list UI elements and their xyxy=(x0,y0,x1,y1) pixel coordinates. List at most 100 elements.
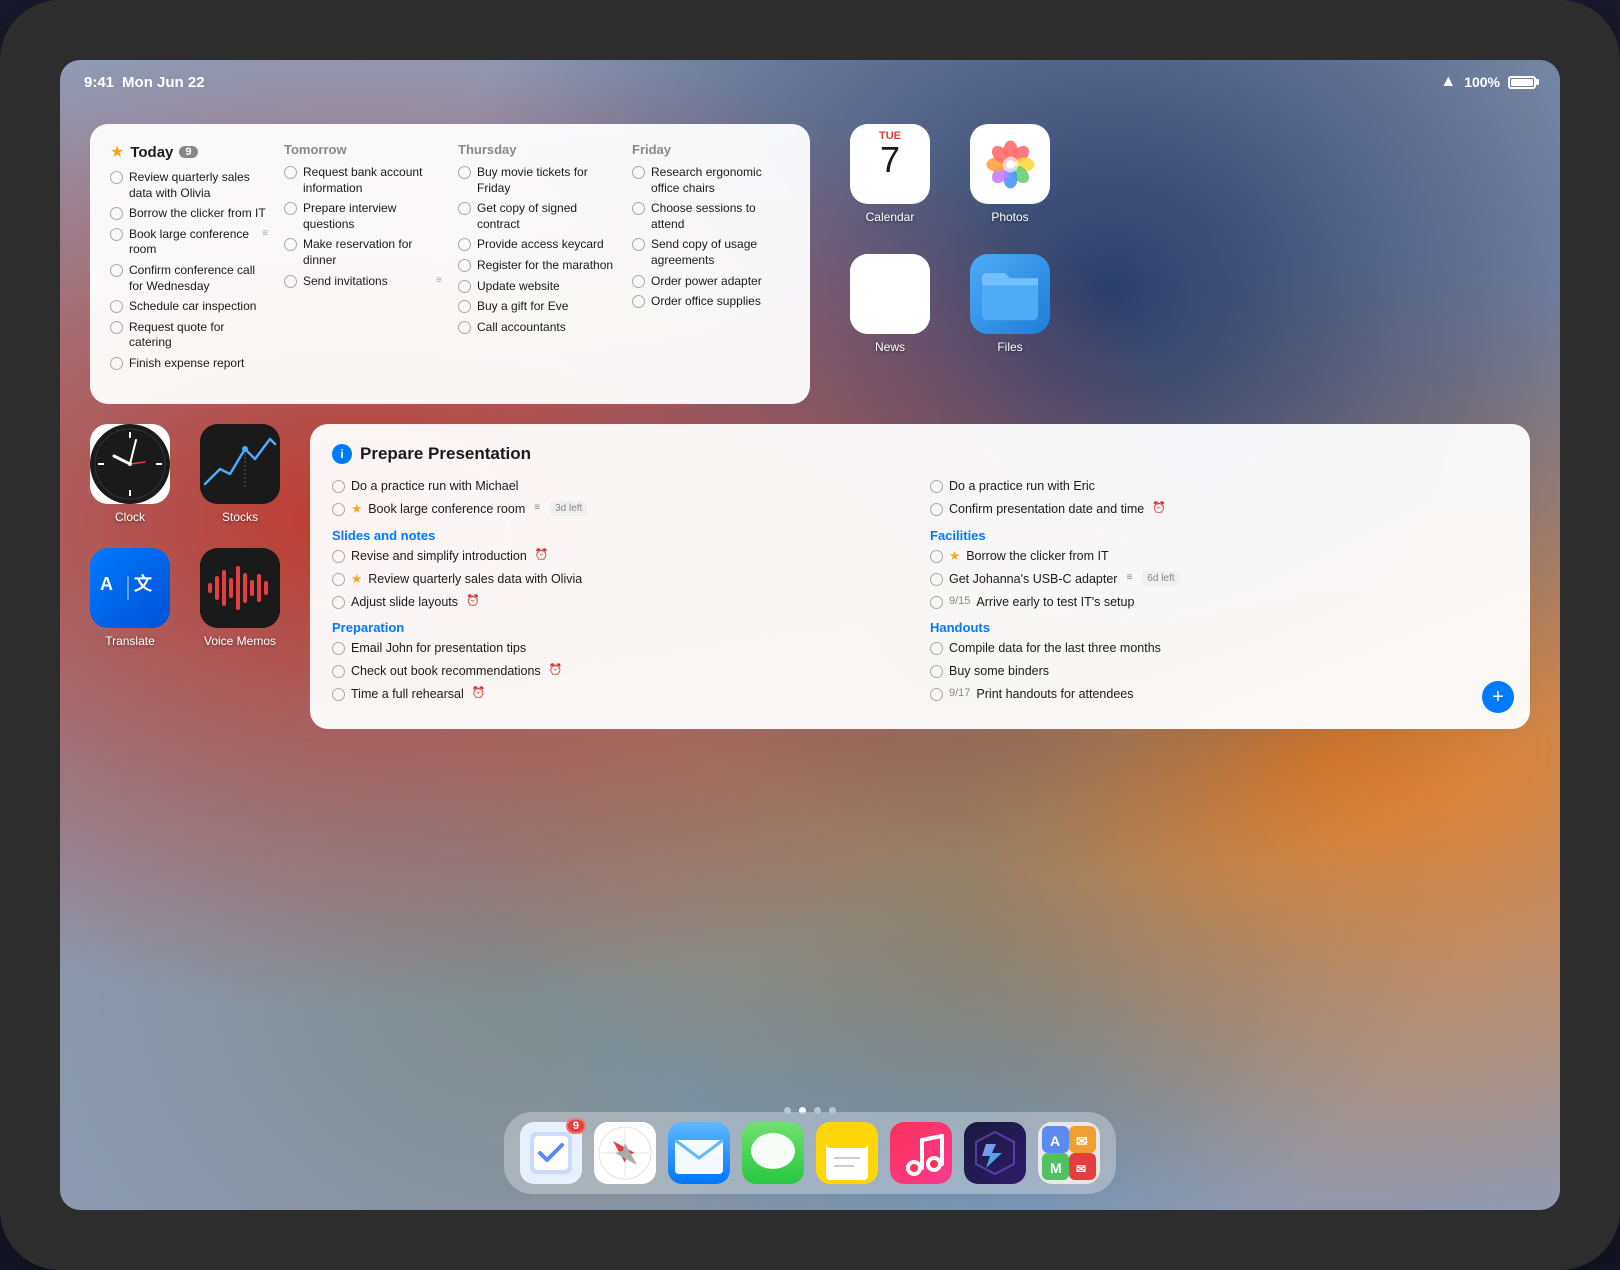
detail-title: Prepare Presentation xyxy=(360,444,531,464)
list-item[interactable]: Send copy of usage agreements xyxy=(632,237,790,268)
files-label: Files xyxy=(997,340,1022,354)
clock-label: Clock xyxy=(115,510,145,524)
photos-label: Photos xyxy=(991,210,1028,224)
section-facilities: Facilities xyxy=(930,528,1508,543)
photos-app-icon[interactable]: Photos xyxy=(970,124,1050,224)
list-item[interactable]: Schedule car inspection xyxy=(110,299,268,315)
app-icons-right: TUE 7 Calendar xyxy=(850,124,1050,404)
list-item[interactable]: 9/15 Arrive early to test IT's setup xyxy=(930,594,1508,611)
list-item[interactable]: Buy a gift for Eve xyxy=(458,299,616,315)
ipad-screen: 9:41 Mon Jun 22 ▲ 100% xyxy=(60,60,1560,1210)
translate-icon: A 文 xyxy=(90,548,170,628)
list-item[interactable]: Compile data for the last three months xyxy=(930,640,1508,657)
svg-text:文: 文 xyxy=(134,573,153,594)
list-item[interactable]: Request bank account information xyxy=(284,165,442,196)
wifi-icon: ▲ xyxy=(1440,73,1456,91)
calendar-label: Calendar xyxy=(866,210,915,224)
prepare-presentation-widget[interactable]: i Prepare Presentation Do a practice run… xyxy=(310,424,1530,729)
list-item[interactable]: ★ Borrow the clicker from IT xyxy=(930,548,1508,565)
translate-app-icon[interactable]: A 文 Translate xyxy=(90,548,170,648)
voice-memos-icon xyxy=(200,548,280,628)
list-item[interactable]: Order power adapter xyxy=(632,274,790,290)
list-item[interactable]: Do a practice run with Michael xyxy=(332,478,910,495)
notes-icon xyxy=(816,1122,878,1184)
list-item[interactable]: Order office supplies xyxy=(632,294,790,310)
battery-icon xyxy=(1508,76,1536,89)
svg-text:✉: ✉ xyxy=(1076,1162,1086,1176)
svg-text:M: M xyxy=(1050,1160,1062,1176)
list-item[interactable]: 9/17 Print handouts for attendees xyxy=(930,686,1508,703)
calendar-app-icon[interactable]: TUE 7 Calendar xyxy=(850,124,930,224)
safari-dock-icon[interactable] xyxy=(594,1122,656,1184)
messages-icon xyxy=(742,1122,804,1184)
section-preparation: Preparation xyxy=(332,620,910,635)
voice-memos-app-icon[interactable]: Voice Memos xyxy=(200,548,280,648)
detail-col-right: Do a practice run with Eric Confirm pres… xyxy=(930,478,1508,709)
list-item[interactable]: Send invitations≡ xyxy=(284,274,442,290)
today-column: ★ Today 9 Review quarterly sales data wi… xyxy=(110,142,284,377)
clock-app-icon[interactable]: Clock xyxy=(90,424,170,524)
list-item[interactable]: Time a full rehearsal ⏰ xyxy=(332,686,910,703)
photos-icon xyxy=(983,137,1038,192)
list-item[interactable]: Check out book recommendations ⏰ xyxy=(332,663,910,680)
add-reminder-button[interactable]: + xyxy=(1482,681,1514,713)
files-app-icon[interactable]: Files xyxy=(970,254,1050,354)
list-item[interactable]: Provide access keycard xyxy=(458,237,616,253)
clock-icon xyxy=(90,424,170,504)
news-app-icon[interactable]: N News xyxy=(850,254,930,354)
list-item[interactable]: Request quote for catering xyxy=(110,320,268,351)
list-item[interactable]: Buy movie tickets for Friday xyxy=(458,165,616,196)
mail-dock-icon[interactable] xyxy=(668,1122,730,1184)
list-item[interactable]: Do a practice run with Eric xyxy=(930,478,1508,495)
stocks-app-icon[interactable]: Stocks xyxy=(200,424,280,524)
svg-text:A: A xyxy=(100,574,113,594)
shortcuts-icon xyxy=(964,1122,1026,1184)
mimestream-icon: A ✉ M ✉ xyxy=(1038,1122,1100,1184)
thursday-header: Thursday xyxy=(458,142,616,157)
list-item[interactable]: Get Johanna's USB-C adapter ≡ 6d left xyxy=(930,571,1508,588)
voice-memos-label: Voice Memos xyxy=(204,634,276,648)
omnifocus-dock-icon[interactable]: 9 xyxy=(520,1122,582,1184)
list-item[interactable]: Make reservation for dinner xyxy=(284,237,442,268)
list-item[interactable]: Call accountants xyxy=(458,320,616,336)
mimestream-dock-icon[interactable]: A ✉ M ✉ xyxy=(1038,1122,1100,1184)
list-item[interactable]: Prepare interview questions xyxy=(284,201,442,232)
omnifocus-badge: 9 xyxy=(566,1118,586,1134)
ipad-frame: 9:41 Mon Jun 22 ▲ 100% xyxy=(0,0,1620,1270)
list-item[interactable]: Choose sessions to attend xyxy=(632,201,790,232)
files-icon xyxy=(975,259,1045,329)
list-item[interactable]: Review quarterly sales data with Olivia xyxy=(110,170,268,201)
notes-dock-icon[interactable] xyxy=(816,1122,878,1184)
status-date: Mon Jun 22 xyxy=(122,74,205,91)
list-item[interactable]: ★ Review quarterly sales data with Olivi… xyxy=(332,571,910,588)
list-item[interactable]: Book large conference room≡ xyxy=(110,227,268,258)
list-item[interactable]: Borrow the clicker from IT xyxy=(110,206,268,222)
music-dock-icon[interactable] xyxy=(890,1122,952,1184)
list-item[interactable]: Register for the marathon xyxy=(458,258,616,274)
today-star-icon: ★ xyxy=(110,142,124,162)
list-item[interactable]: Research ergonomic office chairs xyxy=(632,165,790,196)
tomorrow-column: Tomorrow Request bank account informatio… xyxy=(284,142,458,377)
messages-dock-icon[interactable] xyxy=(742,1122,804,1184)
list-item[interactable]: Revise and simplify introduction ⏰ xyxy=(332,548,910,565)
content-area: ★ Today 9 Review quarterly sales data wi… xyxy=(60,104,1560,1210)
info-icon: i xyxy=(332,444,352,464)
reminders-widget[interactable]: ★ Today 9 Review quarterly sales data wi… xyxy=(90,124,810,404)
shortcuts-dock-icon[interactable] xyxy=(964,1122,1026,1184)
friday-column: Friday Research ergonomic office chairs … xyxy=(632,142,790,377)
list-item[interactable]: Get copy of signed contract xyxy=(458,201,616,232)
dock: 9 xyxy=(504,1112,1116,1194)
status-bar: 9:41 Mon Jun 22 ▲ 100% xyxy=(60,60,1560,104)
list-item[interactable]: Buy some binders xyxy=(930,663,1508,680)
thursday-column: Thursday Buy movie tickets for Friday Ge… xyxy=(458,142,632,377)
news-label: News xyxy=(875,340,905,354)
list-item[interactable]: Confirm conference call for Wednesday xyxy=(110,263,268,294)
list-item[interactable]: Update website xyxy=(458,279,616,295)
list-item[interactable]: Confirm presentation date and time ⏰ xyxy=(930,501,1508,518)
list-item[interactable]: Finish expense report xyxy=(110,356,268,372)
today-badge: 9 xyxy=(179,146,197,158)
list-item[interactable]: Adjust slide layouts ⏰ xyxy=(332,594,910,611)
calendar-day: 7 xyxy=(880,142,900,178)
list-item[interactable]: Email John for presentation tips xyxy=(332,640,910,657)
list-item[interactable]: ★ Book large conference room ≡ 3d left xyxy=(332,501,910,518)
